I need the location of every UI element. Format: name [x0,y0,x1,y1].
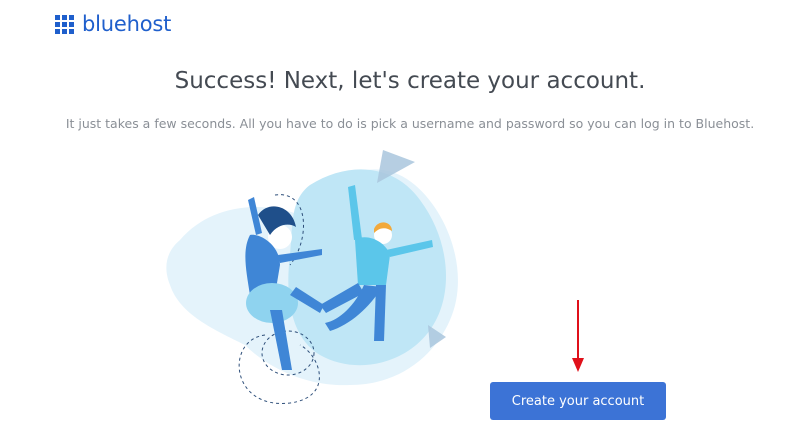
create-account-button[interactable]: Create your account [490,382,666,420]
celebrating-people-illustration [166,150,458,404]
bluehost-logo[interactable]: bluehost [55,12,171,36]
page-title: Success! Next, let's create your account… [174,68,646,94]
logo-text: bluehost [82,12,172,36]
page-subtitle: It just takes a few seconds. All you hav… [65,116,755,131]
grid-logo-icon [55,14,74,34]
red-arrow-down-icon [572,300,584,372]
